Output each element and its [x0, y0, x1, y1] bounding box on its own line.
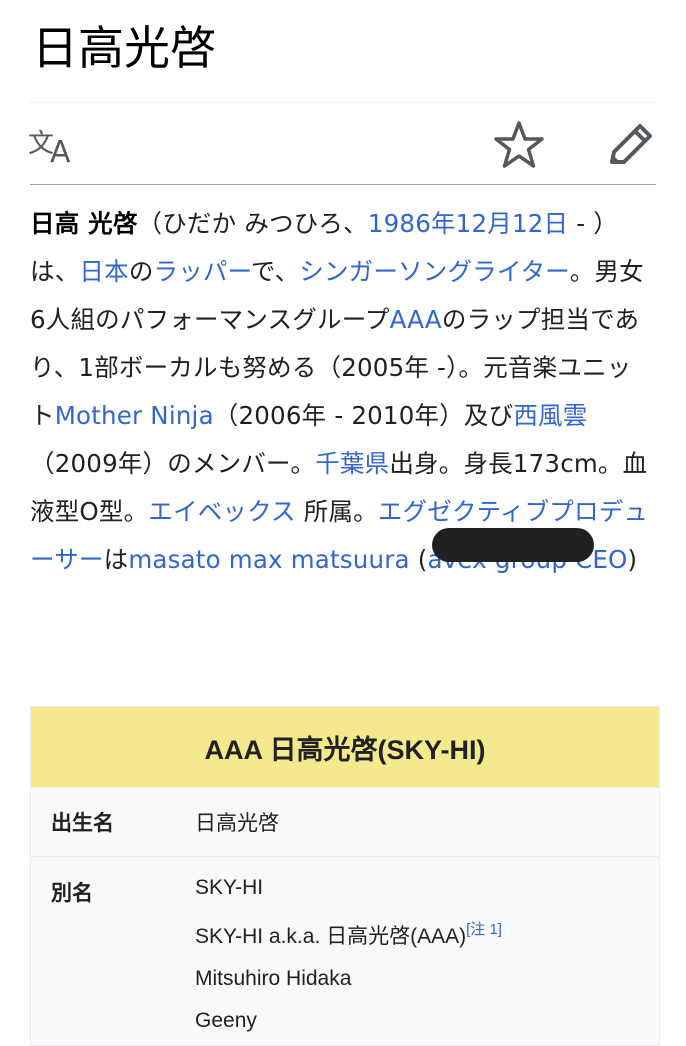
- link-japan[interactable]: 日本: [79, 257, 128, 286]
- infobox: AAA 日高光啓(SKY-HI) 出生名 日高光啓 別名 SKY-HI SKY-…: [30, 706, 660, 1046]
- link-singer-songwriter[interactable]: シンガーソングライター: [299, 257, 569, 286]
- alias-item: Mitsuhiro Hidaka: [195, 967, 352, 990]
- infobox-row-alias: 別名 SKY-HI SKY-HI a.k.a. 日高光啓(AAA)[注 1] M…: [31, 856, 659, 1042]
- lead-text: ): [627, 545, 638, 574]
- link-ceo-name[interactable]: masato max matsuura: [128, 545, 409, 574]
- lead-text: は: [103, 545, 129, 574]
- lead-text: (: [409, 545, 428, 574]
- lead-text: （ひだか みつひろ、: [137, 209, 368, 238]
- infobox-label: 別名: [51, 881, 93, 905]
- alias-list: SKY-HI SKY-HI a.k.a. 日高光啓(AAA)[注 1] Mits…: [195, 867, 502, 1042]
- translate-icon[interactable]: 文 A: [28, 122, 80, 168]
- infobox-value: 日高光啓: [195, 812, 279, 835]
- alias-item: SKY-HI a.k.a. 日高光啓(AAA)[注 1]: [195, 909, 502, 958]
- footnote-link[interactable]: [注 1]: [466, 921, 502, 938]
- toolbar-divider: [30, 184, 656, 185]
- infobox-header: AAA 日高光啓(SKY-HI): [31, 707, 659, 787]
- title-divider: [30, 102, 656, 103]
- infobox-label: 出生名: [51, 811, 114, 835]
- lead-text: （2006年 - 2010年）及び: [213, 401, 514, 430]
- svg-text:A: A: [50, 135, 71, 168]
- alias-item: SKY-HI: [195, 876, 264, 899]
- lead-text: で、: [250, 257, 300, 286]
- pencil-icon[interactable]: [604, 120, 656, 170]
- link-rapper[interactable]: ラッパー: [154, 257, 251, 286]
- lead-paragraph: 日高 光啓（ひだか みつひろ、1986年12月12日 - ）は、日本のラッパーで…: [30, 200, 656, 584]
- lead-text: （2009年）のメンバー。: [30, 449, 316, 478]
- redaction-mark: [432, 528, 594, 562]
- link-mother-ninja[interactable]: Mother Ninja: [55, 401, 214, 430]
- link-birth-date[interactable]: 1986年12月12日: [368, 209, 568, 238]
- lead-text: の: [128, 257, 154, 286]
- link-seifuun[interactable]: 西風雲: [513, 401, 587, 430]
- link-avex[interactable]: エイベックス: [148, 497, 295, 526]
- infobox-row-birth-name: 出生名 日高光啓: [31, 787, 659, 856]
- lead-text: 所属。: [295, 497, 378, 526]
- star-icon[interactable]: [494, 120, 544, 170]
- link-aaa[interactable]: AAA: [390, 305, 442, 334]
- link-chiba[interactable]: 千葉県: [315, 449, 389, 478]
- page-title: 日高光啓: [32, 21, 216, 75]
- alias-item: Geeny: [195, 1009, 257, 1032]
- subject-name: 日高 光啓: [30, 209, 138, 238]
- alias-text: SKY-HI a.k.a. 日高光啓(AAA): [195, 925, 467, 948]
